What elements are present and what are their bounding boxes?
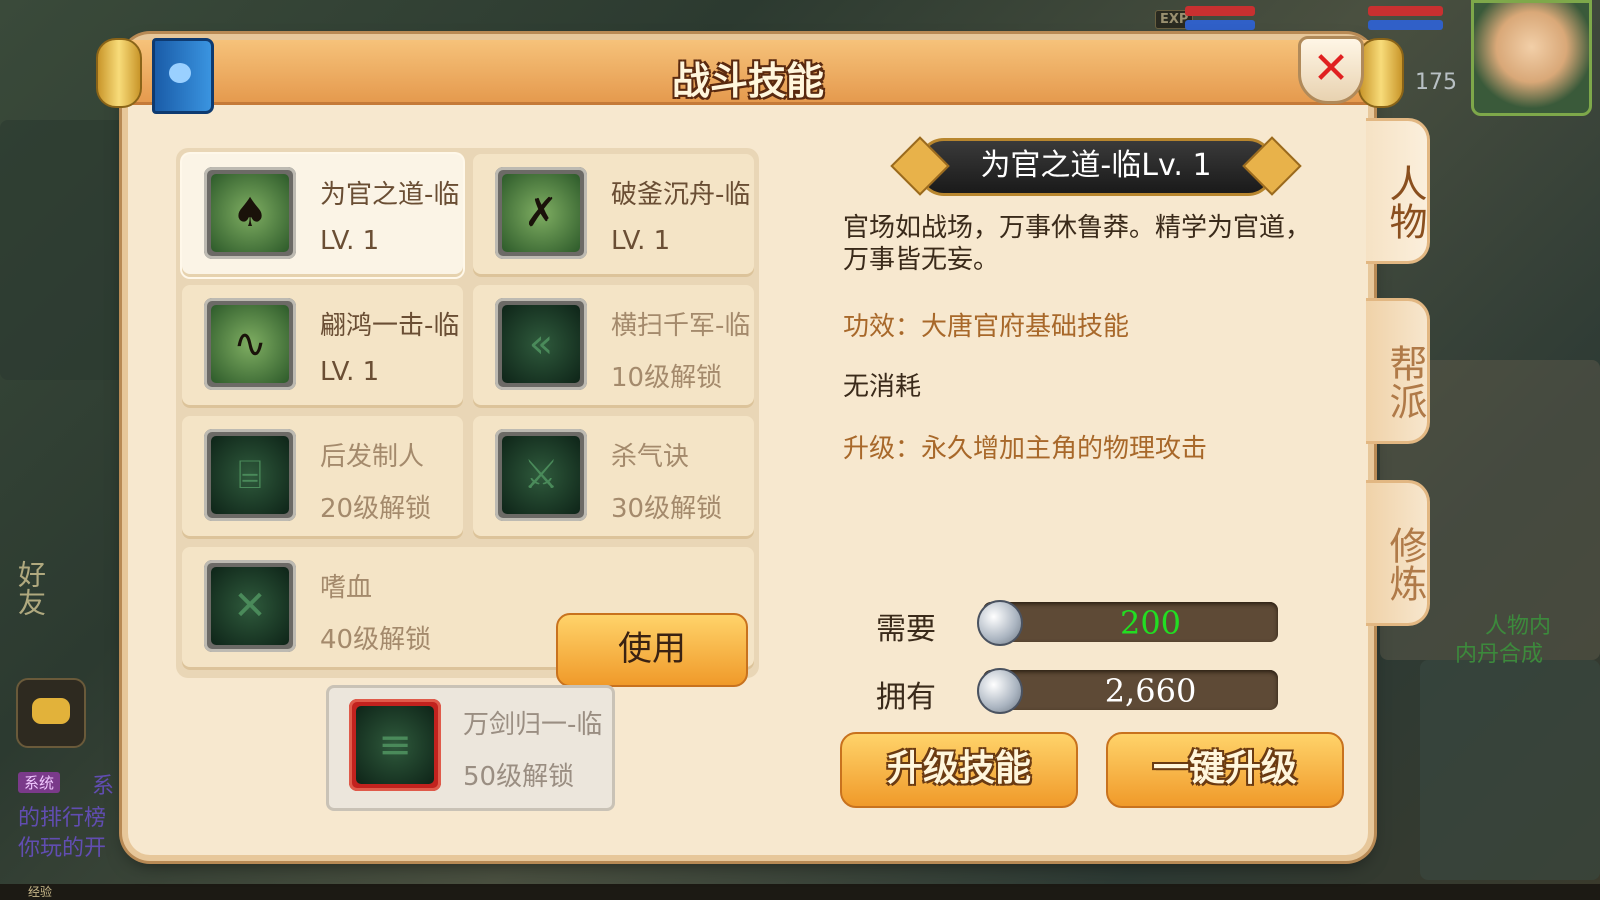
scroll-runes-icon: ≡ (356, 706, 434, 784)
tab-cultivation[interactable]: 修炼 (1366, 480, 1430, 626)
ultimate-skill-slot[interactable]: ≡ 万剑归一-临 50级解锁 (326, 685, 615, 811)
need-label: 需要 (876, 612, 936, 647)
need-bar: 200 (977, 600, 1278, 646)
crossed-blades-icon: ✗ (502, 174, 580, 252)
upgrade-skill-button[interactable]: 升级技能 (840, 732, 1078, 808)
skill-upgrade-info: 升级：永久增加主角的物理攻击 (843, 434, 1208, 464)
skill-icon-frame: ⚔ (495, 429, 587, 521)
skill-unlock-level: 40级解锁 (320, 625, 432, 655)
skill-name: 嗜血 (320, 573, 373, 603)
player-level: 175 (1415, 70, 1457, 95)
background-terrain (0, 120, 130, 380)
skill-book-icon (152, 38, 214, 114)
skill-name: 横扫千军-临 (611, 311, 751, 341)
skill-slot[interactable]: « 横扫千军-临 10级解锁 (473, 285, 754, 408)
running-man-icon: ✕ (211, 567, 289, 645)
skill-icon-frame: ✗ (495, 167, 587, 259)
skill-name: 杀气诀 (611, 442, 690, 472)
skill-unlock-level: 20级解锁 (320, 494, 432, 524)
skill-icon-frame: ∿ (204, 298, 296, 390)
have-label: 拥有 (876, 680, 936, 715)
skill-slot[interactable]: ✗ 破釜沉舟-临 LV. 1 (473, 154, 754, 277)
skill-name: 破釜沉舟-临 (611, 180, 751, 210)
silver-coin-icon (977, 600, 1023, 646)
skill-icon-frame: ♠ (204, 167, 296, 259)
chat-message: 系 (92, 774, 115, 799)
player-avatar[interactable] (1471, 0, 1592, 116)
chat-message: 的排行榜 (18, 806, 107, 831)
skill-slot[interactable]: ⌸ 后发制人 20级解锁 (182, 416, 463, 539)
skill-level: LV. 1 (320, 357, 380, 387)
upgrade-all-button[interactable]: 一键升级 (1106, 732, 1344, 808)
skill-name: 翩鸿一击-临 (320, 311, 460, 341)
exp-bar (0, 884, 1600, 900)
scroll-ornament-left (96, 38, 142, 108)
skill-slot[interactable]: ♠ 为官之道-临 LV. 1 (182, 154, 463, 277)
chat-button[interactable] (16, 678, 86, 748)
exp-bar-label: 经验 (28, 885, 53, 899)
gate-icon: ⌸ (211, 436, 289, 514)
pet-hp-bar (1368, 6, 1443, 16)
tab-guild[interactable]: 帮派 (1366, 298, 1430, 444)
skill-name: 为官之道-临 (320, 180, 460, 210)
twin-figures-icon: ♠ (211, 174, 289, 252)
skill-unlock-level: 10级解锁 (611, 363, 723, 393)
skill-slot[interactable]: ∿ 翩鸿一击-临 LV. 1 (182, 285, 463, 408)
skill-icon-frame: « (495, 298, 587, 390)
friends-button[interactable]: 好友 (10, 560, 50, 616)
skill-slot[interactable]: ⚔ 杀气诀 30级解锁 (473, 416, 754, 539)
skill-description: 官场如战场，万事休鲁莽。精学为官道，万事皆无妄。 (843, 213, 1312, 275)
skill-panel: 战斗技能 ✕ 人物 帮派 修炼 ♠ 为官之道-临 LV. 1 ✗ 破釜沉舟-临 … (96, 36, 1430, 855)
use-button[interactable]: 使用 (556, 613, 748, 687)
mp-bar (1185, 20, 1255, 30)
skill-grid: ♠ 为官之道-临 LV. 1 ✗ 破釜沉舟-临 LV. 1 ∿ 翩鸿一击-临 L… (176, 148, 759, 687)
system-tag: 系统 (18, 772, 61, 793)
skill-unlock-level: 30级解锁 (611, 494, 723, 524)
skill-name: 万剑归一-临 (463, 710, 603, 740)
skill-icon-frame: ✕ (204, 560, 296, 652)
side-notice: 内丹合成 (1455, 642, 1544, 667)
selected-skill-title: 为官之道-临Lv. 1 (918, 138, 1274, 196)
silver-coin-icon (977, 668, 1023, 714)
serpent-icon: ∿ (211, 305, 289, 383)
skill-level: LV. 1 (320, 226, 380, 256)
skill-icon-frame: ⌸ (204, 429, 296, 521)
title-bar: 战斗技能 (108, 40, 1388, 105)
skill-effect: 功效：大唐官府基础技能 (843, 312, 1130, 342)
scroll-ornament-right (1358, 38, 1404, 108)
panel-title: 战斗技能 (671, 59, 824, 103)
skill-level: LV. 1 (611, 226, 671, 256)
skill-unlock-level: 50级解锁 (463, 762, 575, 792)
have-value: 2,660 (1104, 672, 1197, 710)
chat-message: 你玩的开 (18, 836, 107, 861)
background-terrain (1420, 660, 1600, 880)
chevrons-icon: « (502, 305, 580, 383)
tab-character[interactable]: 人物 (1366, 118, 1430, 264)
pet-mp-bar (1368, 20, 1443, 30)
skill-cost: 无消耗 (843, 372, 922, 402)
sword-icon: ⚔ (502, 436, 580, 514)
chat-bubble-icon (32, 698, 70, 724)
hp-bar (1185, 6, 1255, 16)
need-value: 200 (1119, 604, 1182, 642)
skill-icon-frame: ≡ (349, 699, 441, 791)
skill-name: 后发制人 (320, 442, 425, 472)
close-button[interactable]: ✕ (1298, 36, 1364, 104)
have-bar: 2,660 (977, 668, 1278, 714)
